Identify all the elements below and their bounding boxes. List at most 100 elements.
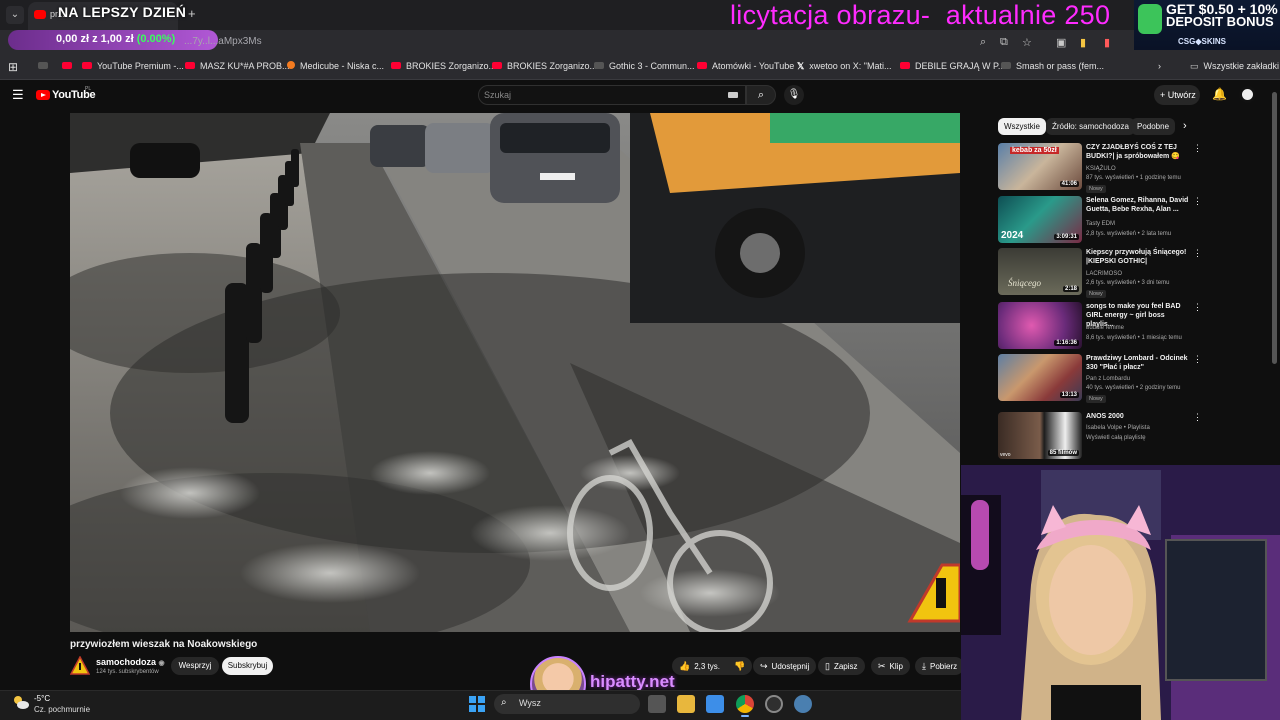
bookmark-item[interactable]: Smash or pass (fem... bbox=[1001, 61, 1104, 71]
new-tab-button[interactable]: + bbox=[188, 6, 196, 21]
weather-temp[interactable]: -5°C bbox=[34, 694, 50, 703]
subscribe-button[interactable]: Subskrybuj bbox=[222, 657, 273, 675]
apps-grid-icon[interactable]: ⊞ bbox=[8, 60, 18, 74]
recommendation-thumbnail[interactable]: 2024 3:09:31 bbox=[998, 196, 1082, 243]
recommendation-channel: Tasty EDM bbox=[1086, 221, 1116, 227]
recommendation-meta: 8,6 tys. wyświetleń • 1 miesiąc temu bbox=[1086, 335, 1182, 341]
obs-icon[interactable] bbox=[765, 695, 783, 713]
van-windshield bbox=[500, 123, 610, 153]
auction-overlay-text: licytacja obrazu- aktualnie 250 bbox=[730, 0, 1111, 30]
bookmark-item[interactable]: DEBILE GRAJĄ W P... bbox=[900, 61, 1005, 71]
voice-search-button[interactable]: 🎙 bbox=[784, 85, 804, 105]
all-bookmarks[interactable]: ▭ Wszystkie zakładki bbox=[1190, 61, 1279, 72]
more-bookmarks-icon[interactable]: › bbox=[1158, 61, 1161, 71]
taskbar-search-input[interactable] bbox=[494, 694, 640, 714]
clip-button[interactable]: ✂ Klip bbox=[871, 657, 910, 675]
recommendation-meta[interactable]: Wyświetl całą playlistę bbox=[1086, 435, 1146, 441]
like-button[interactable]: 👍 2,3 tys. bbox=[679, 661, 720, 671]
bookmark-item[interactable]: YouTube Premium -... bbox=[82, 61, 184, 71]
bookmark-item[interactable]: Gothic 3 - Commun... bbox=[594, 61, 695, 71]
file-explorer-icon[interactable] bbox=[677, 695, 695, 713]
channel-name[interactable]: samochodoza ◉ bbox=[96, 657, 165, 667]
page-scrollbar[interactable] bbox=[1272, 92, 1277, 364]
channel-avatar[interactable] bbox=[70, 656, 90, 676]
bookmark-item[interactable]: Medicube - Niska c... bbox=[287, 61, 384, 71]
bookmark-item[interactable] bbox=[38, 61, 53, 71]
search-input[interactable] bbox=[478, 85, 746, 105]
recommendation-thumbnail[interactable]: kebab za 50zł 41:06 bbox=[998, 143, 1082, 190]
download-button[interactable]: ⤓ Pobierz bbox=[915, 657, 965, 675]
recommendation-title: Prawdziwy Lombard - Odcinek 330 "Płać i … bbox=[1086, 355, 1188, 371]
chrome-icon[interactable] bbox=[736, 695, 754, 713]
video-player[interactable] bbox=[70, 113, 960, 632]
search-icon: ⌕ bbox=[501, 697, 507, 708]
recommendation-item[interactable]: vevo 85 filmów ANOS 2000 Isabela Volpe •… bbox=[998, 412, 1208, 460]
bookmark-item[interactable]: Atomówki - YouTube bbox=[697, 61, 794, 71]
hamburger-menu-icon[interactable]: ☰ bbox=[12, 87, 24, 103]
streamer-shirt bbox=[1051, 685, 1141, 720]
recommendation-thumbnail[interactable]: 13:13 bbox=[998, 354, 1082, 401]
microsoft-store-icon[interactable] bbox=[706, 695, 724, 713]
thumbs-up-icon: 👍 bbox=[679, 661, 691, 671]
more-vert-icon[interactable]: ⋮ bbox=[1193, 143, 1202, 154]
bookmark-item[interactable]: BROKIES Zorganizo... bbox=[391, 61, 496, 71]
bookmark-item[interactable]: BROKIES Zorganizo... bbox=[492, 61, 597, 71]
youtube-logo-icon[interactable] bbox=[36, 90, 50, 100]
like-dislike-group: 👍 2,3 tys. 👎 bbox=[672, 657, 752, 675]
recommendation-item[interactable]: kebab za 50zł 41:06 CZY ZJADŁBYŚ COŚ Z T… bbox=[998, 143, 1208, 193]
streamer-webcam bbox=[961, 465, 1280, 720]
support-button[interactable]: Wesprzyj bbox=[171, 657, 219, 675]
bookmark-item[interactable] bbox=[62, 61, 77, 71]
active-app-indicator bbox=[741, 715, 749, 717]
search-button[interactable]: ⌕ bbox=[746, 85, 776, 105]
medicube-icon bbox=[287, 61, 295, 69]
notifications-bell-icon[interactable]: 🔔 bbox=[1212, 87, 1227, 101]
install-icon[interactable]: ⧉ bbox=[1000, 36, 1008, 49]
recommendation-item[interactable]: 1:16:36 songs to make you feel BAD GIRL … bbox=[998, 302, 1208, 350]
windows-start-icon[interactable] bbox=[469, 696, 485, 712]
recommendation-channel: buddie femme bbox=[1086, 325, 1125, 331]
recommendation-channel: KSIĄŻULO bbox=[1086, 166, 1116, 172]
license-plate bbox=[540, 173, 575, 180]
more-vert-icon[interactable]: ⋮ bbox=[1193, 354, 1202, 365]
youtube-icon bbox=[492, 62, 502, 69]
zoom-icon[interactable]: ⌕ bbox=[980, 36, 986, 49]
more-vert-icon[interactable]: ⋮ bbox=[1193, 302, 1202, 313]
share-button[interactable]: ↪ Udostępnij bbox=[753, 657, 817, 675]
more-vert-icon[interactable]: ⋮ bbox=[1193, 248, 1202, 259]
account-avatar[interactable] bbox=[1239, 86, 1256, 103]
save-button[interactable]: ▯ Zapisz bbox=[818, 657, 865, 675]
tab-list-dropdown[interactable]: ⌄ bbox=[6, 6, 24, 24]
weather-cloud-icon[interactable] bbox=[12, 694, 30, 710]
extension-icon[interactable]: ▮ bbox=[1104, 36, 1110, 49]
extension-icon[interactable]: ▮ bbox=[1080, 36, 1086, 49]
donation-goal-amount: 0,00 zł z 1,00 zł bbox=[56, 33, 134, 45]
chip-source[interactable]: Źródło: samochodoza bbox=[1046, 118, 1135, 135]
recommendation-thumbnail[interactable]: vevo 85 filmów bbox=[998, 412, 1082, 459]
chip-all[interactable]: Wszystkie bbox=[998, 118, 1046, 135]
task-view-icon[interactable] bbox=[648, 695, 666, 713]
chevron-right-icon[interactable]: › bbox=[1183, 120, 1187, 132]
dislike-button[interactable]: 👎 bbox=[734, 661, 749, 671]
recommendation-meta: 2,6 tys. wyświetleń • 3 dni temu bbox=[1086, 280, 1170, 286]
donation-goal-percent: (0.00%) bbox=[136, 33, 176, 45]
url-field[interactable]: ...7y..l...aMpx3Ms bbox=[184, 36, 262, 47]
weather-description[interactable]: Cz. pochmurnie bbox=[34, 705, 90, 714]
more-vert-icon[interactable]: ⋮ bbox=[1193, 412, 1202, 423]
bookmark-star-icon[interactable]: ☆ bbox=[1022, 36, 1032, 49]
keyboard-icon[interactable] bbox=[728, 92, 738, 98]
youtube-icon bbox=[391, 62, 401, 69]
more-vert-icon[interactable]: ⋮ bbox=[1193, 196, 1202, 207]
recommendation-item[interactable]: 13:13 Prawdziwy Lombard - Odcinek 330 "P… bbox=[998, 354, 1208, 403]
recommendation-thumbnail[interactable]: Śniącego 2:18 bbox=[998, 248, 1082, 295]
extension-icon[interactable]: ▣ bbox=[1056, 36, 1066, 49]
recommendation-item[interactable]: Śniącego 2:18 Kiepscy przywołują Śniąceg… bbox=[998, 248, 1208, 298]
create-button[interactable]: + Utwórz bbox=[1154, 85, 1200, 105]
recommendation-item[interactable]: 2024 3:09:31 Selena Gomez, Rihanna, Davi… bbox=[998, 196, 1208, 244]
settings-gear-icon[interactable] bbox=[794, 695, 812, 713]
bookmark-item[interactable]: 𝕏xwetoo on X: "Mati... bbox=[797, 61, 892, 72]
bookmark-item[interactable]: MASZ KU*#A PROB... bbox=[185, 61, 290, 71]
recommendation-thumbnail[interactable]: 1:16:36 bbox=[998, 302, 1082, 349]
chip-related[interactable]: Podobne bbox=[1131, 118, 1176, 135]
thumbnail-caption: 2024 bbox=[1001, 230, 1024, 241]
